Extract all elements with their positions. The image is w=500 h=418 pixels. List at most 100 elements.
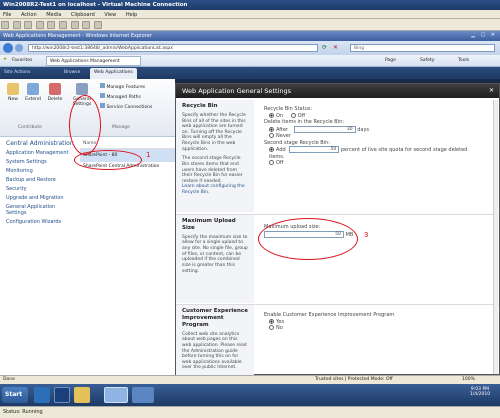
nav-system-settings[interactable]: System Settings: [0, 157, 80, 166]
annotation-circle-sharepoint-80: [74, 150, 142, 170]
add-label: Add: [276, 147, 286, 153]
ceip-description: Collect web site analytics about web pag…: [182, 331, 247, 371]
nav-backup-restore[interactable]: Backup and Restore: [0, 175, 80, 184]
web-app-list: Name SharePoint - 80 SharePoint Central …: [80, 137, 175, 377]
new-label: New: [8, 97, 18, 102]
nav-monitoring[interactable]: Monitoring: [0, 166, 80, 175]
new-button[interactable]: New: [4, 83, 22, 102]
delete-icon: [49, 83, 61, 95]
after-radio[interactable]: [269, 126, 274, 132]
ceip-no-radio[interactable]: [269, 325, 274, 330]
second-stage-off-radio[interactable]: [269, 160, 274, 165]
nav-application-management[interactable]: Application Management: [0, 148, 80, 157]
menu-help[interactable]: Help: [126, 12, 137, 18]
window-controls[interactable]: ▁ ▢ ✕: [471, 32, 497, 38]
ie-window-title: Web Applications Management - Windows In…: [0, 31, 500, 41]
favorites-label[interactable]: Favorites: [12, 58, 32, 63]
recycle-bin-description: Specify whether the Recycle Bins of all …: [182, 112, 246, 152]
nav-security[interactable]: Security: [0, 184, 80, 193]
ceip-yes-radio[interactable]: [269, 318, 274, 324]
recycle-on-radio[interactable]: [269, 112, 274, 118]
stop-icon[interactable]: [24, 21, 33, 29]
dialog-close-icon[interactable]: ✕: [489, 87, 494, 94]
manage-features-label: Manage Features: [106, 85, 146, 90]
nav-configuration-wizards[interactable]: Configuration Wizards: [0, 217, 80, 226]
cmd-tools[interactable]: Tools: [458, 58, 469, 63]
menu-media[interactable]: Media: [46, 12, 61, 18]
vm-window-title: Win2008R2-Test1 on localhost - Virtual M…: [0, 0, 500, 10]
nav-upgrade-migration[interactable]: Upgrade and Migration: [0, 193, 80, 202]
after-days-input[interactable]: 30: [293, 125, 356, 133]
stop-load-icon[interactable]: ✕: [333, 44, 338, 51]
start-button[interactable]: Start: [2, 387, 28, 403]
extend-icon: [27, 83, 39, 95]
recycle-bin-controls: Recycle Bin Status: On Off Delete items …: [264, 106, 484, 167]
browser-tab[interactable]: Web Applications Management: [46, 56, 141, 66]
ceip-heading: Customer Experience Improvement Program: [182, 308, 248, 328]
never-label: Never: [276, 133, 291, 139]
vm-status-bar: Status: Running: [0, 406, 500, 418]
revert-icon[interactable]: [93, 21, 102, 29]
recycle-on-label: On: [276, 112, 284, 119]
zoom-level[interactable]: 100%: [462, 377, 475, 382]
central-admin-window-icon[interactable]: [132, 387, 154, 403]
add-radio[interactable]: [269, 147, 274, 152]
search-input[interactable]: Bing: [350, 44, 495, 52]
powershell-icon[interactable]: [54, 387, 70, 403]
manage-features-button[interactable]: Manage Features: [100, 83, 170, 90]
snapshot-icon[interactable]: [82, 21, 91, 29]
annotation-number-3: 3: [364, 231, 369, 239]
nav-central-admin[interactable]: Central Administration: [0, 137, 80, 148]
delete-button[interactable]: Delete: [46, 83, 64, 102]
extend-button[interactable]: Extend: [24, 83, 42, 102]
vm-menu-bar: File Action Media Clipboard View Help: [0, 10, 500, 19]
extend-label: Extend: [25, 97, 41, 102]
save-state-icon[interactable]: [47, 21, 56, 29]
second-stage-percent-input[interactable]: 50: [289, 146, 340, 153]
recycle-off-radio[interactable]: [290, 112, 296, 118]
tab-web-applications[interactable]: Web Applications: [90, 68, 137, 79]
gear-icon: [76, 83, 88, 95]
left-navigation: Central Administration Application Manag…: [0, 137, 80, 377]
back-icon[interactable]: [3, 43, 13, 53]
shutdown-icon[interactable]: [35, 21, 44, 29]
service-connections-button[interactable]: Service Connections: [100, 103, 170, 110]
cmd-page[interactable]: Page: [385, 58, 396, 63]
url-input[interactable]: http://win2008r2-test1:38648/_admin/WebA…: [28, 44, 318, 52]
days-label: days: [357, 126, 370, 133]
never-radio[interactable]: [269, 133, 274, 138]
service-connections-label: Service Connections: [106, 105, 153, 110]
recycle-bin-learn-link[interactable]: Learn about configuring the Recycle Bin.: [182, 184, 248, 195]
pause-icon[interactable]: [58, 21, 67, 29]
reset-icon[interactable]: [70, 21, 79, 29]
explorer-icon[interactable]: [74, 387, 90, 403]
cmd-safety[interactable]: Safety: [420, 58, 434, 63]
upload-heading: Maximum Upload Size: [182, 218, 236, 231]
forward-icon[interactable]: [15, 44, 23, 52]
ie-status-bar: Done Trusted sites | Protected Mode: Off…: [0, 375, 500, 384]
internet-explorer-icon[interactable]: [104, 387, 128, 403]
ceip-yes-label: Yes: [276, 318, 285, 325]
menu-clipboard[interactable]: Clipboard: [71, 12, 95, 18]
start-icon[interactable]: [12, 21, 21, 29]
favorites-star-icon[interactable]: ★: [3, 57, 7, 62]
recycle-bin-heading: Recycle Bin: [182, 103, 218, 109]
menu-file[interactable]: File: [3, 12, 11, 18]
menu-action[interactable]: Action: [21, 12, 37, 18]
refresh-icon[interactable]: ⟳: [322, 44, 327, 51]
ceip-section-desc: Customer Experience Improvement Program …: [176, 305, 254, 375]
new-icon: [7, 83, 19, 95]
dialog-title: Web Application General Settings ✕: [176, 84, 499, 98]
tab-browse[interactable]: Browse: [64, 70, 80, 75]
group-manage: Manage: [112, 125, 130, 130]
managed-paths-button[interactable]: Managed Paths: [100, 93, 170, 100]
menu-view[interactable]: View: [104, 12, 116, 18]
server-manager-icon[interactable]: [34, 387, 50, 403]
dialog-scrollbar[interactable]: [493, 100, 498, 374]
zone-status: Trusted sites | Protected Mode: Off: [315, 377, 393, 382]
ctrl-alt-del-icon[interactable]: [1, 21, 9, 29]
dialog-title-text: Web Application General Settings: [182, 87, 291, 95]
site-actions-menu[interactable]: Site Actions: [4, 70, 31, 75]
nav-general-app-settings[interactable]: General Application Settings: [0, 202, 80, 217]
annotation-circle-upload: [258, 218, 358, 260]
